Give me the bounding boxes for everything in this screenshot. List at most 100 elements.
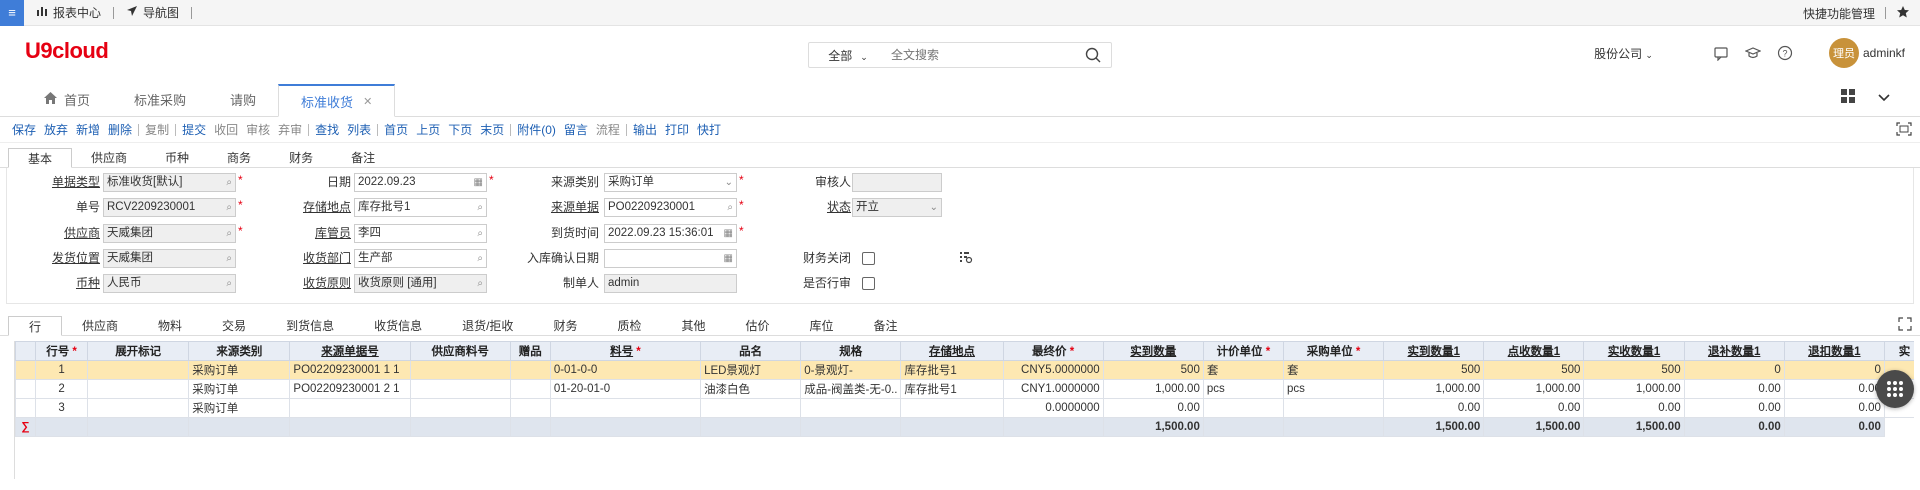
tab-standard-purchase[interactable]: 标准采购 (112, 83, 208, 116)
search-input[interactable] (887, 44, 1075, 66)
table-cell[interactable] (87, 379, 190, 399)
table-cell[interactable]: 0.00 (1483, 398, 1585, 418)
fullscreen-icon[interactable] (1896, 122, 1912, 139)
table-cell[interactable] (87, 398, 190, 418)
table-cell[interactable]: 0.00 (1683, 398, 1785, 418)
table-cell[interactable]: 2 (35, 379, 89, 399)
table-cell[interactable]: 0 (1683, 360, 1785, 380)
tab-currency[interactable]: 币种 (146, 147, 208, 167)
report-center-link[interactable]: 报表中心 (24, 4, 113, 21)
tab-line-material[interactable]: 物料 (138, 315, 202, 335)
row-selector[interactable] (15, 379, 37, 399)
date-field[interactable]: 2022.09.23 ▦ (354, 173, 487, 192)
discard-button[interactable]: 放弃 (40, 121, 72, 138)
delete-button[interactable]: 删除 (104, 121, 136, 138)
table-cell[interactable]: 0.00 (1383, 398, 1485, 418)
tab-line-return[interactable]: 退货/拒收 (442, 315, 533, 335)
table-cell[interactable]: 0.00 (1783, 398, 1885, 418)
column-header[interactable]: 采购单位 * (1282, 341, 1385, 361)
close-icon[interactable]: ✕ (363, 95, 372, 108)
quick-manage-link[interactable]: 快捷功能管理 (1803, 5, 1875, 22)
tab-supplier[interactable]: 供应商 (72, 147, 146, 167)
table-cell[interactable]: 0-景观灯- (800, 360, 902, 380)
column-header[interactable]: 行号 * (35, 341, 89, 361)
table-cell[interactable]: 油漆白色 (700, 379, 802, 399)
table-cell[interactable]: 0.00 (1102, 398, 1204, 418)
graduation-cap-icon[interactable] (1743, 43, 1763, 63)
currency-field[interactable]: 人民币 ⌕ (103, 274, 236, 293)
tab-line[interactable]: 行 (8, 316, 63, 336)
message-icon[interactable] (1711, 43, 1731, 63)
quick-menu-button[interactable] (1876, 370, 1914, 408)
table-cell[interactable] (409, 360, 511, 380)
table-cell[interactable]: 01-20-01-0 (549, 379, 702, 399)
column-header[interactable]: 实到数量 (1102, 341, 1204, 361)
in-confirm-date-field[interactable]: ▦ (604, 249, 737, 268)
workflow-button[interactable]: 流程 (592, 121, 624, 138)
column-header[interactable]: 赠品 (509, 341, 551, 361)
column-header[interactable]: 供应商料号 (409, 341, 511, 361)
table-cell[interactable] (509, 379, 551, 399)
table-cell[interactable]: LED景观灯 (700, 360, 802, 380)
table-cell[interactable] (87, 360, 190, 380)
recv-dept-field[interactable]: 生产部 ⌕ (354, 249, 487, 268)
src-doc-field[interactable]: PO02209230001 ⌕ (604, 198, 737, 217)
table-cell[interactable]: 500 (1583, 360, 1685, 380)
print-button[interactable]: 打印 (661, 121, 693, 138)
tab-basic[interactable]: 基本 (8, 148, 73, 168)
submit-button[interactable]: 提交 (178, 121, 210, 138)
table-cell[interactable]: CNY1.0000000 (1002, 379, 1104, 399)
save-button[interactable]: 保存 (8, 121, 40, 138)
table-cell[interactable]: 成品-阀盖类-无-0.. (800, 379, 902, 399)
table-cell[interactable]: 采购订单 (188, 379, 291, 399)
next-page-button[interactable]: 下页 (444, 121, 476, 138)
table-cell[interactable]: 套 (1202, 360, 1284, 380)
table-cell[interactable]: pcs (1202, 379, 1284, 399)
column-header[interactable]: 点收数量1 (1483, 341, 1585, 361)
chevron-down-icon[interactable] (1878, 91, 1890, 105)
tab-line-qc[interactable]: 质检 (597, 315, 661, 335)
line-review-checkbox[interactable] (862, 277, 875, 290)
expand-icon[interactable] (1898, 317, 1912, 334)
nav-map-link[interactable]: 导航图 (114, 4, 191, 21)
tab-line-supplier[interactable]: 供应商 (62, 315, 138, 335)
src-type-select[interactable]: 采购订单 ⌄ (604, 173, 737, 192)
tab-finance[interactable]: 财务 (270, 147, 332, 167)
table-cell[interactable] (509, 398, 551, 418)
table-row[interactable]: 1 采购订单 PO02209230001 1 1 0-01-0-0 LED景观灯 0-景观… (15, 360, 1914, 380)
table-cell[interactable]: 1,000.00 (1102, 379, 1204, 399)
table-cell[interactable]: 库存批号1 (900, 360, 1004, 380)
column-header[interactable]: 退补数量1 (1683, 341, 1785, 361)
tab-line-receipt[interactable]: 收货信息 (354, 315, 442, 335)
output-button[interactable]: 输出 (629, 121, 661, 138)
avatar[interactable]: 理员 (1828, 38, 1859, 68)
table-cell[interactable]: 0.00 (1683, 379, 1785, 399)
tab-standard-receipt[interactable]: 标准收货 ✕ (278, 84, 396, 117)
arrive-time-field[interactable]: 2022.09.23 15:36:01 ▦ (604, 224, 737, 243)
table-row[interactable]: 3 采购订单 0.0000000 0.00 0.00 0.00 0.00 0.00 0.00 (15, 398, 1914, 418)
company-select[interactable]: 股份公司 ⌄ (1594, 45, 1653, 62)
status-select[interactable]: 开立 ⌄ (852, 198, 942, 217)
keeper-field[interactable]: 李四 ⌕ (354, 224, 487, 243)
tab-business[interactable]: 商务 (208, 147, 270, 167)
tab-line-estimate[interactable]: 估价 (725, 315, 789, 335)
table-cell[interactable]: 0-01-0-0 (549, 360, 702, 380)
copy-button[interactable]: 复制 (141, 121, 173, 138)
recv-rule-field[interactable]: 收货原则 [通用] ⌕ (354, 274, 487, 293)
column-header[interactable]: 存储地点 (900, 341, 1004, 361)
column-header[interactable]: 退扣数量1 (1783, 341, 1885, 361)
table-cell[interactable]: 1 (35, 360, 89, 380)
attachment-button[interactable]: 附件(0) (513, 121, 560, 138)
menu-icon[interactable]: ≡ (0, 0, 24, 26)
table-cell[interactable] (800, 398, 902, 418)
table-cell[interactable]: 0 (1783, 360, 1885, 380)
tab-remarks[interactable]: 备注 (332, 147, 394, 167)
grid-apps-icon[interactable] (1840, 88, 1856, 107)
tab-home[interactable]: 首页 (21, 83, 112, 116)
tab-requisition[interactable]: 请购 (208, 83, 278, 116)
last-page-button[interactable]: 末页 (476, 121, 508, 138)
column-header[interactable]: 实收数量1 (1583, 341, 1685, 361)
fin-close-checkbox[interactable] (862, 252, 875, 265)
help-icon[interactable]: ? (1775, 43, 1795, 63)
first-page-button[interactable]: 首页 (380, 121, 412, 138)
